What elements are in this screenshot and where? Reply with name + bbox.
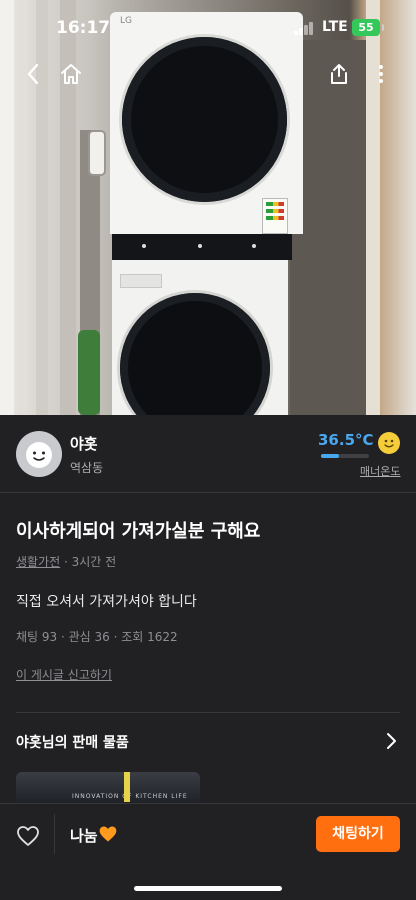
dryer-door — [122, 37, 287, 202]
manner-temperature: 36.5°C — [318, 431, 374, 449]
section-divider — [16, 712, 400, 713]
seller-name[interactable]: 야홋 — [70, 433, 98, 454]
panel-light — [198, 244, 202, 248]
image-hose — [78, 330, 100, 415]
detergent-drawer — [120, 274, 162, 288]
vertical-divider — [54, 814, 55, 854]
more-button[interactable] — [364, 58, 398, 90]
status-time: 16:17 — [56, 18, 111, 38]
image-pillar — [0, 0, 14, 415]
chat-button[interactable]: 채팅하기 — [316, 816, 400, 852]
panel-light — [252, 244, 256, 248]
control-panel — [112, 234, 292, 260]
post-body: 직접 오셔서 가져가셔야 합니다 — [16, 594, 197, 610]
temperature-bar — [321, 454, 369, 458]
price-label: 나눔 — [70, 827, 98, 845]
post-meta: 생활가전 · 3시간 전 — [16, 553, 116, 570]
post-title: 이사하게되어 가져가실분 구해요 — [16, 521, 261, 542]
battery-icon: 55 — [352, 19, 384, 36]
seller-profile[interactable]: 야홋 역삼동 36.5°C 매너온도 — [0, 415, 416, 493]
washer-unit — [112, 260, 288, 415]
seller-item-thumbnail[interactable]: INNOVATION OF KITCHEN LIFE — [16, 772, 200, 802]
image-valve — [88, 130, 106, 176]
report-post-link[interactable]: 이 게시글 신고하기 — [16, 666, 112, 683]
signal-icon — [294, 22, 314, 35]
manner-temperature-link[interactable]: 매너온도 — [360, 463, 400, 479]
share-icon — [331, 64, 347, 84]
meta-separator: · — [60, 555, 72, 569]
status-bar: 16:17 LTE 55 — [0, 0, 416, 56]
seller-items-title[interactable]: 야홋님의 판매 물품 — [16, 732, 129, 752]
post-time: 3시간 전 — [71, 555, 117, 569]
thumbnail-stripe — [124, 772, 130, 802]
bottom-action-bar: 나눔 채팅하기 — [0, 803, 416, 900]
energy-label — [262, 198, 288, 234]
category-link[interactable]: 생활가전 — [16, 555, 60, 569]
avatar[interactable] — [16, 431, 62, 477]
home-indicator[interactable] — [134, 886, 282, 891]
heart-icon[interactable] — [16, 824, 40, 848]
avatar-face-icon — [26, 442, 52, 468]
more-vertical-icon — [379, 65, 383, 83]
orange-heart-icon — [99, 826, 117, 842]
back-button[interactable] — [16, 58, 50, 90]
washer-door — [120, 293, 270, 415]
smiley-icon — [378, 432, 400, 454]
home-button[interactable] — [54, 58, 88, 90]
chevron-right-icon[interactable] — [381, 731, 401, 751]
panel-light — [142, 244, 146, 248]
home-icon — [61, 64, 81, 84]
post-stats: 채팅 93 · 관심 36 · 조회 1622 — [16, 630, 178, 644]
temperature-bar-fill — [321, 454, 339, 458]
seller-location: 역삼동 — [70, 461, 104, 475]
network-type: LTE — [322, 19, 348, 35]
chevron-left-icon — [27, 63, 39, 85]
share-button[interactable] — [322, 58, 356, 90]
